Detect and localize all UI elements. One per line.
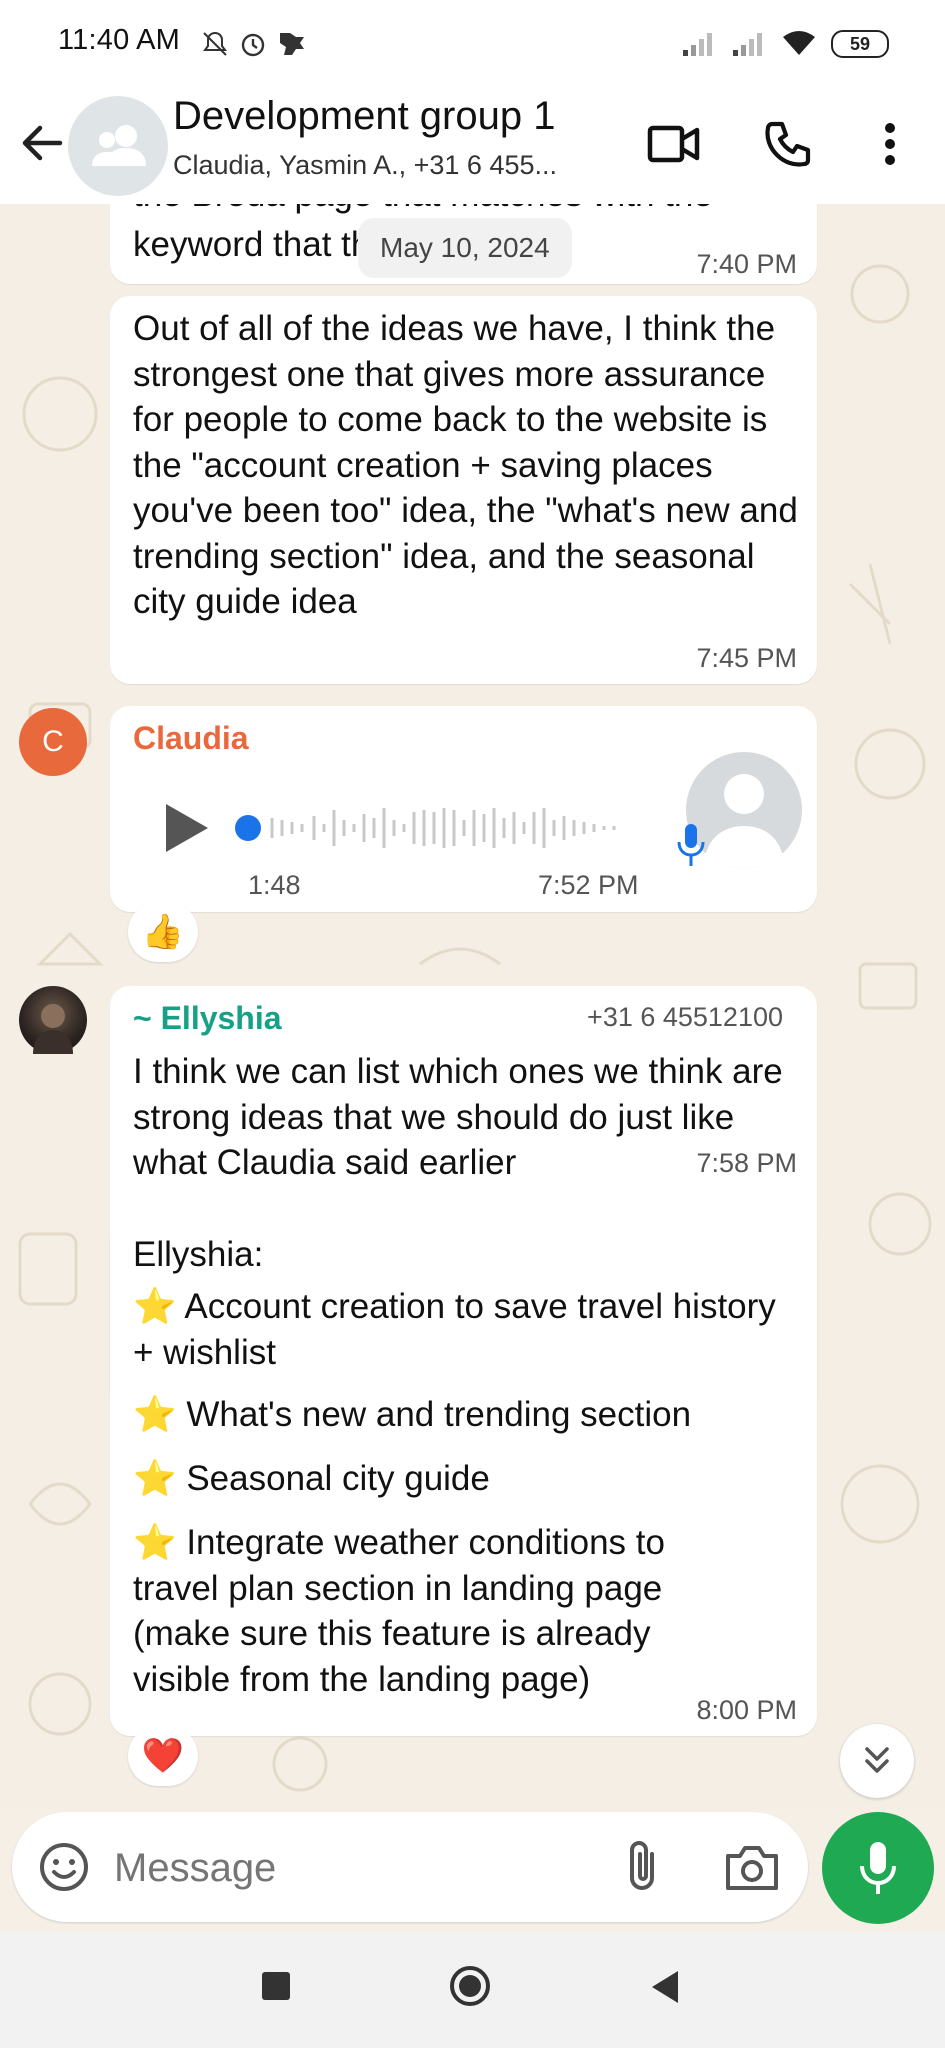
heart-icon: ❤️ xyxy=(141,1737,185,1775)
message-bubble[interactable]: Out of all of the ideas we have, I think… xyxy=(110,296,817,684)
voice-record-button[interactable] xyxy=(822,1812,934,1924)
star-icon: ⭐ xyxy=(133,1287,177,1326)
sender-phone: +31 6 45512100 xyxy=(587,1002,783,1032)
battery-indicator: 59 xyxy=(831,30,889,58)
voice-message-bubble[interactable]: Claudia 1:48 7:52 PM xyxy=(110,706,817,912)
star-icon: ⭐ xyxy=(133,1523,177,1562)
voice-waveform[interactable] xyxy=(230,798,640,858)
message-intro: Ellyshia: xyxy=(133,1235,264,1274)
star-icon: ⭐ xyxy=(133,1459,177,1498)
signal-icon xyxy=(683,33,712,56)
list-item-text: Integrate weather conditions to travel p… xyxy=(133,1523,665,1699)
microphone-icon xyxy=(860,1842,896,1894)
avatar-letter: C xyxy=(42,725,64,758)
group-avatar[interactable] xyxy=(68,96,168,196)
message-time: 7:52 PM xyxy=(538,870,639,900)
reaction-badge[interactable]: ❤️ xyxy=(128,1726,198,1786)
microphone-icon xyxy=(677,824,705,866)
list-item-text: Account creation to save travel history … xyxy=(133,1287,776,1372)
vertical-dots-icon xyxy=(885,123,895,165)
profile-photo xyxy=(33,1004,73,1054)
chat-header: Development group 1 Claudia, Yasmin A., … xyxy=(0,88,945,205)
voice-call-button[interactable] xyxy=(756,112,820,176)
emoji-icon[interactable] xyxy=(38,1841,90,1893)
voice-duration: 1:48 xyxy=(248,870,301,900)
double-chevron-down-icon xyxy=(865,1747,889,1773)
message-partial-line: the Breda page that matches with the xyxy=(133,204,713,218)
status-right-icons: 59 xyxy=(681,26,889,62)
home-button[interactable] xyxy=(450,1966,490,2006)
alarm-icon xyxy=(241,33,265,57)
play-icon[interactable] xyxy=(154,798,214,858)
star-icon: ⭐ xyxy=(133,1395,177,1434)
message-bubble[interactable]: Ellyshia: ⭐ Account creation to save tra… xyxy=(110,1222,817,1736)
app-notification-icon xyxy=(280,33,304,55)
list-item-text: What's new and trending section xyxy=(186,1395,692,1434)
sender-avatar-ellyshia[interactable] xyxy=(19,986,87,1054)
video-call-button[interactable] xyxy=(642,112,706,176)
more-options-button[interactable] xyxy=(860,112,920,176)
list-item: ⭐ Seasonal city guide xyxy=(133,1456,813,1502)
message-time: 8:00 PM xyxy=(696,1695,797,1725)
thumbs-up-icon: 👍 xyxy=(141,913,185,951)
scroll-to-bottom-button[interactable] xyxy=(840,1724,914,1798)
back-triangle-icon[interactable] xyxy=(648,1968,682,2006)
bell-off-icon xyxy=(203,31,227,56)
list-item: ⭐ Account creation to save travel histor… xyxy=(133,1284,793,1375)
message-input[interactable] xyxy=(112,1837,596,1899)
message-text: Out of all of the ideas we have, I think… xyxy=(133,309,798,621)
status-time: 11:40 AM xyxy=(58,24,180,56)
reaction-badge[interactable]: 👍 xyxy=(128,902,198,962)
group-members[interactable]: Claudia, Yasmin A., +31 6 455... xyxy=(173,150,557,181)
message-time: 7:40 PM xyxy=(696,249,797,279)
message-time: 7:58 PM xyxy=(696,1148,797,1178)
camera-icon[interactable] xyxy=(724,1842,780,1892)
recents-button[interactable] xyxy=(262,1972,290,2000)
system-nav-bar xyxy=(0,1932,945,2048)
sender-avatar-claudia[interactable]: C xyxy=(19,708,87,776)
message-composer xyxy=(12,1812,808,1922)
phone-icon xyxy=(765,121,811,167)
attachment-icon[interactable] xyxy=(624,1838,664,1896)
home-dot xyxy=(459,1975,481,1997)
sender-name[interactable]: Claudia xyxy=(133,720,249,757)
signal-icon-2 xyxy=(733,33,762,56)
status-bar: 11:40 AM 59 xyxy=(0,0,945,88)
list-item: ⭐ Integrate weather conditions to travel… xyxy=(133,1520,753,1702)
sender-name[interactable]: ~ Ellyshia xyxy=(133,1000,282,1037)
wifi-icon xyxy=(783,31,815,55)
status-icons xyxy=(200,26,308,62)
video-camera-icon xyxy=(647,125,700,163)
message-time: 7:45 PM xyxy=(696,643,797,673)
back-arrow-icon[interactable] xyxy=(16,118,66,168)
chat-area[interactable]: the Breda page that matches with the key… xyxy=(0,204,945,1810)
list-item-text: Seasonal city guide xyxy=(186,1459,490,1498)
list-item: ⭐ What's new and trending section xyxy=(133,1392,813,1438)
group-icon xyxy=(92,125,146,166)
date-chip: May 10, 2024 xyxy=(358,218,572,278)
group-title[interactable]: Development group 1 xyxy=(173,94,555,139)
